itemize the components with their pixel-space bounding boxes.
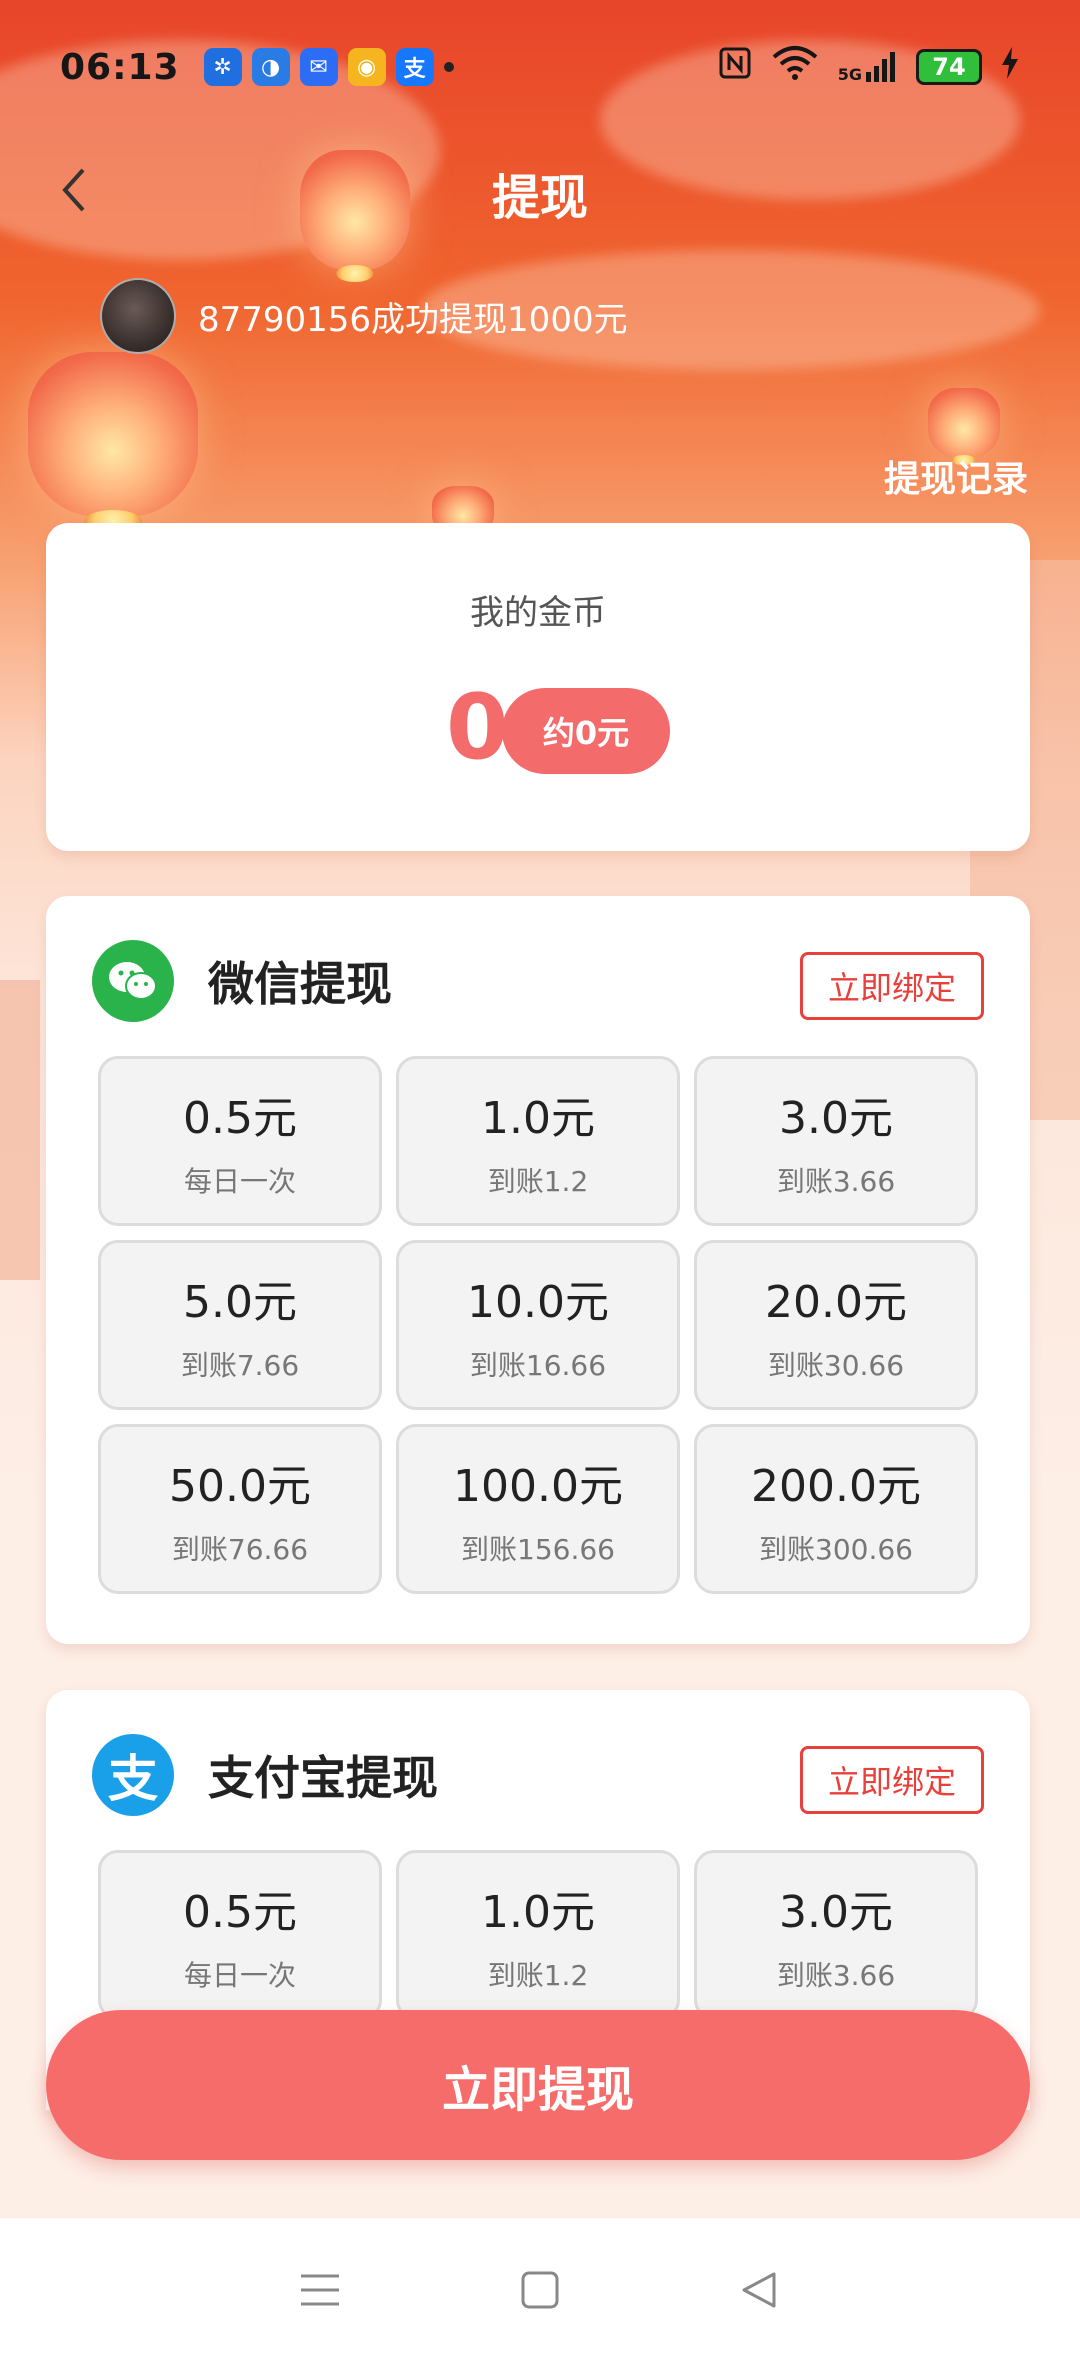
- alipay-amount-option[interactable]: 0.5元每日一次: [98, 1850, 382, 2020]
- coin-label: 我的金币: [470, 593, 606, 633]
- wechat-withdraw-card: 微信提现 立即绑定 0.5元 每日一次 1.0元 到账1.2 3.0元 到账3.66 5.0…: [46, 896, 1030, 1644]
- wechat-amount-option[interactable]: 200.0元到账300.66: [694, 1424, 978, 1594]
- alipay-app-icon: 支: [395, 48, 434, 86]
- status-indicators: 5G 74: [718, 45, 1020, 89]
- amount-arrival: 每日一次: [183, 1959, 296, 1992]
- alipay-bind-button[interactable]: 立即绑定: [800, 1746, 984, 1814]
- home-nav-button[interactable]: [510, 2260, 570, 2320]
- amount-arrival: 到账1.2: [487, 1959, 589, 1992]
- nfc-icon: [718, 46, 752, 88]
- alipay-amount-option[interactable]: 3.0元到账3.66: [694, 1850, 978, 2020]
- pinwheel-app-icon: ✲: [203, 48, 242, 86]
- amount-arrival: 每日一次: [183, 1165, 296, 1198]
- amount-arrival: 到账76.66: [171, 1533, 309, 1566]
- amount-arrival: 到账7.66: [180, 1349, 300, 1382]
- amount-arrival: 到账30.66: [767, 1349, 905, 1382]
- amount-arrival: 到账300.66: [759, 1533, 913, 1566]
- withdraw-record-link[interactable]: 提现记录: [884, 450, 1028, 502]
- browser-app-icon: ◑: [251, 48, 290, 86]
- lantern-decoration: [28, 352, 198, 517]
- wechat-title: 微信提现: [208, 957, 392, 1011]
- building-decoration: [0, 980, 40, 1280]
- home-square-icon: [521, 2271, 559, 2309]
- amount-arrival: 到账1.2: [487, 1165, 589, 1198]
- amount-value: 100.0元: [453, 1461, 623, 1512]
- status-app-icons: ✲ ◑ ✉ ◉ 支: [203, 48, 434, 86]
- alipay-title: 支付宝提现: [208, 1751, 438, 1805]
- amount-value: 3.0元: [779, 1093, 893, 1144]
- status-time: 06:13: [60, 46, 180, 88]
- amount-value: 0.5元: [183, 1887, 297, 1938]
- amount-value: 200.0元: [751, 1461, 921, 1512]
- wechat-amount-option[interactable]: 1.0元到账1.2: [396, 1056, 680, 1226]
- alipay-amount-option[interactable]: 1.0元到账1.2: [396, 1850, 680, 2020]
- amount-value: 3.0元: [779, 1887, 893, 1938]
- cellular-signal-icon: 5G: [838, 50, 898, 84]
- coin-value: 0: [446, 675, 509, 780]
- more-notifications-dot: [443, 62, 454, 72]
- wechat-amount-option[interactable]: 3.0元到账3.66: [694, 1056, 978, 1226]
- amount-arrival: 到账156.66: [461, 1533, 615, 1566]
- wechat-amount-option[interactable]: 0.5元每日一次: [98, 1056, 382, 1226]
- alipay-amount-grid: 0.5元 每日一次 1.0元 到账1.2 3.0元 到账3.66: [98, 1850, 978, 2020]
- wechat-icon: [92, 940, 174, 1022]
- amount-arrival: 到账3.66: [776, 1959, 896, 1992]
- coin-equivalent-badge: 约0元: [502, 688, 670, 774]
- weibo-app-icon: ◉: [347, 48, 386, 86]
- back-nav-button[interactable]: [730, 2260, 790, 2320]
- back-triangle-icon: [742, 2272, 776, 2308]
- amount-value: 10.0元: [467, 1277, 609, 1328]
- lantern-decoration: [928, 388, 1000, 458]
- wechat-amount-option[interactable]: 20.0元到账30.66: [694, 1240, 978, 1410]
- wechat-amount-option[interactable]: 100.0元到账156.66: [396, 1424, 680, 1594]
- wechat-amount-grid: 0.5元 每日一次 1.0元 到账1.2 3.0元 到账3.66 5.0元 到账7.66 10.…: [98, 1056, 978, 1594]
- message-app-icon: ✉: [299, 48, 338, 86]
- coin-balance-card: 我的金币 0 约0元: [46, 523, 1030, 851]
- page-title: 提现: [491, 170, 588, 226]
- avatar: [100, 278, 176, 354]
- status-bar: 06:13 ✲ ◑ ✉ ◉ 支 5G 74: [0, 0, 1080, 134]
- amount-arrival: 到账3.66: [776, 1165, 896, 1198]
- amount-arrival: 到账16.66: [469, 1349, 607, 1382]
- system-nav-bar: [0, 2218, 1080, 2362]
- amount-value: 1.0元: [481, 1887, 595, 1938]
- amount-value: 0.5元: [183, 1093, 297, 1144]
- withdraw-now-button[interactable]: 立即提现: [46, 2010, 1030, 2160]
- signal-label: 5G: [837, 65, 862, 84]
- wifi-icon: [770, 45, 820, 89]
- wechat-bind-button[interactable]: 立即绑定: [800, 952, 984, 1020]
- withdraw-notice: 87790156成功提现1000元: [100, 278, 628, 354]
- amount-value: 1.0元: [481, 1093, 595, 1144]
- charging-icon: [1000, 46, 1020, 88]
- wechat-amount-option[interactable]: 10.0元到账16.66: [396, 1240, 680, 1410]
- notice-text: 87790156成功提现1000元: [198, 299, 628, 340]
- menu-icon: [301, 2274, 339, 2306]
- wechat-amount-option[interactable]: 5.0元到账7.66: [98, 1240, 382, 1410]
- alipay-icon: 支: [92, 1734, 174, 1816]
- amount-value: 50.0元: [169, 1461, 311, 1512]
- amount-value: 20.0元: [765, 1277, 907, 1328]
- alipay-icon-glyph: 支: [108, 1750, 158, 1808]
- menu-nav-button[interactable]: [290, 2260, 350, 2320]
- wechat-amount-option[interactable]: 50.0元到账76.66: [98, 1424, 382, 1594]
- amount-value: 5.0元: [183, 1277, 297, 1328]
- battery-indicator: 74: [916, 49, 982, 85]
